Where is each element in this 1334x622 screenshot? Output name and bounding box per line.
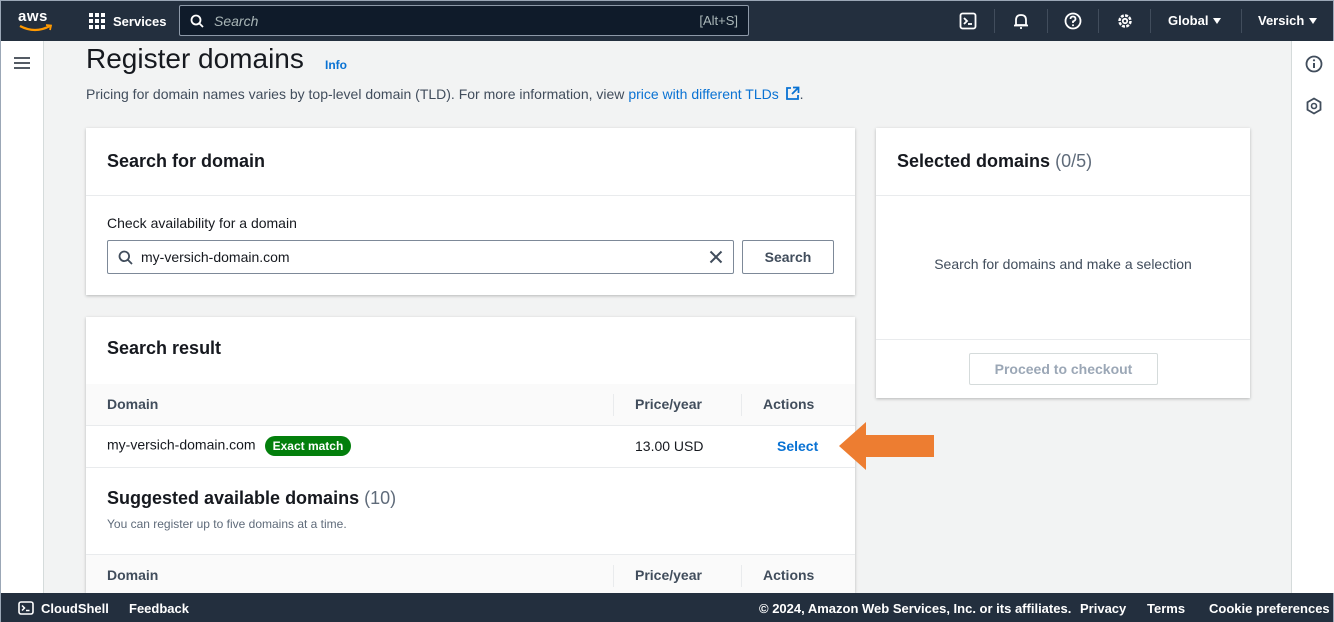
- search-button[interactable]: Search: [742, 240, 834, 274]
- services-label: Services: [113, 13, 167, 29]
- caret-down-icon: [1309, 17, 1318, 24]
- cloudshell-link[interactable]: CloudShell: [41, 601, 109, 616]
- table-row: my-versich-domain.com Exact match 13.00 U…: [86, 426, 855, 468]
- terms-link[interactable]: Terms: [1147, 601, 1185, 616]
- aws-logo[interactable]: aws: [18, 8, 54, 34]
- selected-domains-card: Selected domains (0/5) Search for domain…: [876, 128, 1250, 398]
- global-search[interactable]: [Alt+S]: [179, 5, 749, 36]
- domain-name: my-versich-domain.com: [107, 436, 256, 453]
- cloudshell-icon[interactable]: [958, 11, 978, 31]
- domain-search-input[interactable]: [141, 249, 709, 265]
- top-navigation: aws Services [Alt+S]: [1, 1, 1333, 41]
- selected-domains-count: (0/5): [1055, 151, 1093, 171]
- suggested-domains-title: Suggested available domains: [107, 488, 360, 508]
- grid-icon: [89, 13, 105, 29]
- select-domain-link[interactable]: Select: [777, 438, 818, 454]
- aws-logo-text: aws: [18, 8, 48, 25]
- external-link-icon[interactable]: [785, 86, 800, 101]
- clear-icon[interactable]: [709, 250, 723, 264]
- right-rail: [1291, 41, 1334, 593]
- bell-icon[interactable]: [1011, 11, 1031, 31]
- search-shortcut-hint: [Alt+S]: [699, 13, 738, 28]
- cloudshell-icon[interactable]: [18, 601, 34, 618]
- hamburger-menu-icon[interactable]: [14, 57, 30, 69]
- domain-field-label: Check availability for a domain: [107, 215, 297, 231]
- search-domain-card: Search for domain Check availability for…: [86, 128, 855, 295]
- suggested-table-header: Domain Price/year Actions: [86, 554, 855, 593]
- column-domain[interactable]: Domain: [107, 567, 158, 583]
- domain-cell: my-versich-domain.com Exact match: [107, 436, 352, 456]
- feedback-link[interactable]: Feedback: [129, 601, 189, 616]
- caret-down-icon: [1213, 17, 1222, 24]
- page-title: Register domains: [86, 43, 304, 74]
- orange-arrow-icon: [839, 422, 934, 470]
- selected-domains-header: Selected domains (0/5): [876, 128, 1250, 196]
- services-menu-button[interactable]: Services: [89, 11, 167, 31]
- column-actions: Actions: [763, 396, 815, 412]
- selected-domains-title: Selected domains: [897, 151, 1051, 171]
- hexagon-icon[interactable]: [1305, 97, 1323, 115]
- account-dropdown[interactable]: Versich: [1258, 13, 1318, 28]
- privacy-link[interactable]: Privacy: [1080, 601, 1126, 616]
- info-panel-icon[interactable]: [1305, 55, 1323, 73]
- region-label: Global: [1168, 13, 1209, 28]
- column-price[interactable]: Price/year: [635, 567, 702, 583]
- empty-selection-text: Search for domains and make a selection: [934, 256, 1192, 272]
- proceed-to-checkout-button[interactable]: Proceed to checkout: [969, 353, 1158, 385]
- tld-pricing-link[interactable]: price with different TLDs: [628, 86, 778, 102]
- help-icon[interactable]: [1063, 11, 1083, 31]
- search-domain-header: Search for domain: [86, 128, 855, 196]
- exact-match-badge: Exact match: [264, 436, 352, 456]
- info-link[interactable]: Info: [325, 58, 347, 72]
- column-domain[interactable]: Domain: [107, 396, 158, 412]
- aws-smile-icon: [19, 24, 53, 32]
- suggested-domains-header: Suggested available domains (10): [107, 488, 396, 509]
- description-suffix: .: [799, 86, 804, 102]
- left-rail: [1, 41, 44, 593]
- result-table-header: Domain Price/year Actions: [86, 384, 855, 426]
- cookie-preferences-link[interactable]: Cookie preferences: [1209, 601, 1330, 616]
- suggested-subtitle: You can register up to five domains at a…: [107, 517, 347, 531]
- account-label: Versich: [1258, 13, 1305, 28]
- column-actions: Actions: [763, 567, 815, 583]
- description-text: Pricing for domain names varies by top-l…: [86, 86, 629, 102]
- price-cell: 13.00 USD: [635, 438, 704, 454]
- region-dropdown[interactable]: Global: [1168, 13, 1222, 28]
- settings-icon[interactable]: [1115, 11, 1135, 31]
- page-description: Pricing for domain names varies by top-l…: [86, 86, 804, 102]
- search-result-card: Search result Domain Price/year Actions …: [86, 317, 855, 593]
- domain-search-field[interactable]: [107, 240, 734, 274]
- search-icon: [118, 250, 133, 265]
- search-result-header: Search result: [107, 338, 222, 358]
- global-search-input[interactable]: [214, 12, 700, 29]
- column-price[interactable]: Price/year: [635, 396, 702, 412]
- suggested-domains-count: (10): [364, 488, 397, 508]
- copyright-text: © 2024, Amazon Web Services, Inc. or its…: [759, 601, 1072, 616]
- search-icon: [190, 14, 204, 28]
- footer: CloudShell Feedback © 2024, Amazon Web S…: [1, 593, 1333, 622]
